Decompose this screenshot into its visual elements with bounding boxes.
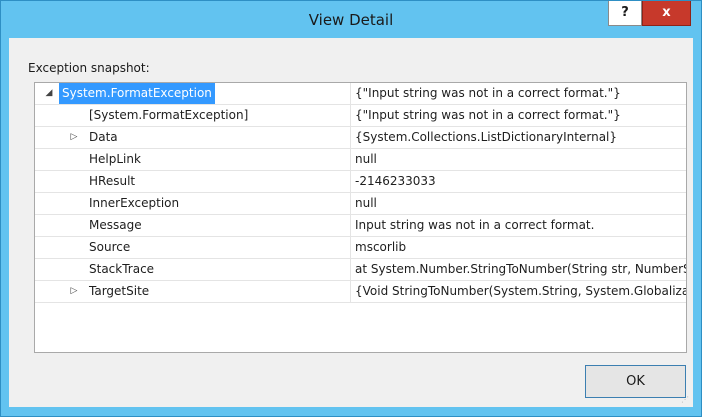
expander-placeholder (68, 259, 80, 280)
expand-arrow-icon[interactable]: ▷ (68, 281, 80, 302)
column-divider (350, 83, 351, 104)
expander-placeholder (68, 105, 80, 126)
collapse-arrow-icon[interactable]: ◢ (43, 83, 55, 104)
property-name: [System.FormatException] (89, 108, 249, 122)
property-name: InnerException (89, 196, 180, 210)
property-name: Source (89, 240, 131, 254)
column-divider (350, 127, 351, 148)
column-divider (350, 281, 351, 302)
close-button[interactable]: x (642, 1, 691, 26)
property-name: Message (89, 218, 142, 232)
column-divider (350, 105, 351, 126)
property-value: {"Input string was not in a correct form… (355, 108, 621, 122)
property-name: HelpLink (89, 152, 141, 166)
property-row[interactable]: InnerException null (35, 193, 686, 215)
column-divider (350, 237, 351, 258)
property-row[interactable]: Message Input string was not in a correct… (35, 215, 686, 237)
title-bar[interactable]: View Detail ? x (1, 1, 701, 38)
property-row[interactable]: [System.FormatException] {"Input string w… (35, 105, 686, 127)
property-value: {Void StringToNumber(System.String, Syst… (355, 284, 687, 298)
expander-placeholder (68, 215, 80, 236)
property-value: -2146233033 (355, 174, 436, 188)
help-button[interactable]: ? (608, 1, 642, 26)
expander-placeholder (68, 193, 80, 214)
column-divider (350, 193, 351, 214)
property-value: null (355, 152, 377, 166)
property-row[interactable]: ▷ TargetSite {Void StringToNumber(System.S… (35, 281, 687, 303)
column-divider (350, 259, 351, 280)
property-name: System.FormatException (59, 83, 215, 104)
property-row[interactable]: HResult -2146233033 (35, 171, 686, 193)
property-row[interactable]: StackTrace at System.Number.StringToNumb… (35, 259, 686, 281)
exception-snapshot-label: Exception snapshot: (28, 61, 150, 75)
property-value: mscorlib (355, 240, 407, 254)
expander-placeholder (68, 149, 80, 170)
view-detail-window: View Detail ? x Exception snapshot: ◢ Sys… (0, 0, 702, 417)
property-name: Data (89, 130, 118, 144)
property-name: TargetSite (89, 284, 150, 298)
property-value: null (355, 196, 377, 210)
property-row[interactable]: ▷ Data {System.Collections.ListDictionaryI… (35, 127, 686, 149)
property-name: StackTrace (89, 262, 155, 276)
property-row[interactable]: ◢ System.FormatException {"Input string wa… (35, 83, 686, 105)
ok-button[interactable]: OK (585, 365, 686, 398)
property-row[interactable]: Source mscorlib (35, 237, 686, 259)
exception-property-grid[interactable]: ◢ System.FormatException {"Input string wa… (34, 82, 687, 353)
property-value: at System.Number.StringToNumber(String s… (355, 262, 686, 276)
property-value: {"Input string was not in a correct form… (355, 86, 621, 100)
property-value: {System.Collections.ListDictionaryIntern… (355, 130, 618, 144)
column-divider (350, 171, 351, 192)
expander-placeholder (68, 237, 80, 258)
column-divider (350, 215, 351, 236)
property-row[interactable]: HelpLink null (35, 149, 686, 171)
column-divider (350, 149, 351, 170)
resize-grip-icon[interactable]: ⋰ (681, 395, 691, 405)
property-value: Input string was not in a correct format… (355, 218, 595, 232)
window-title: View Detail (308, 11, 394, 29)
expand-arrow-icon[interactable]: ▷ (68, 127, 80, 148)
property-name: HResult (89, 174, 136, 188)
expander-placeholder (68, 171, 80, 192)
